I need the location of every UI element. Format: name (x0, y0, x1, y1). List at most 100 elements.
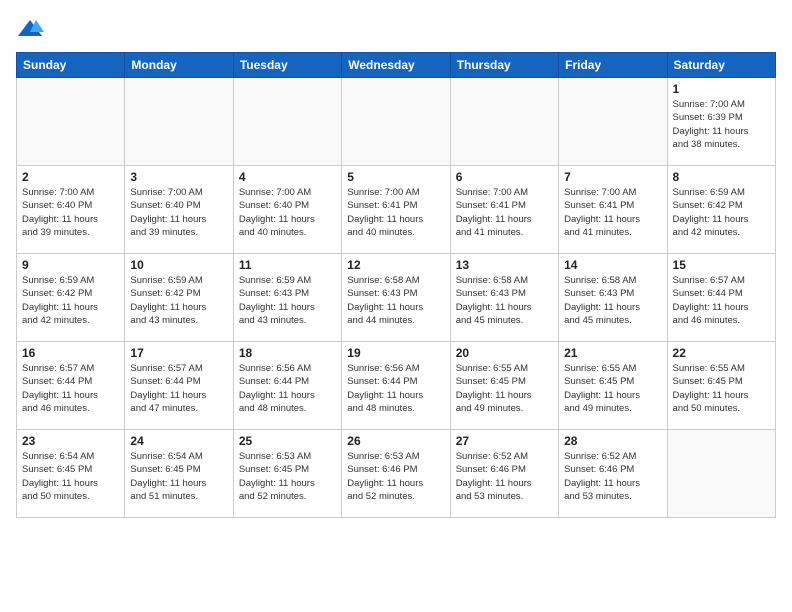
day-info: Sunrise: 6:57 AM Sunset: 6:44 PM Dayligh… (130, 362, 227, 415)
day-cell (559, 78, 667, 166)
day-number: 19 (347, 346, 444, 360)
day-cell: 4 Sunrise: 7:00 AM Sunset: 6:40 PM Daylig… (233, 166, 341, 254)
day-cell (342, 78, 450, 166)
day-number: 2 (22, 170, 119, 184)
day-info: Sunrise: 6:54 AM Sunset: 6:45 PM Dayligh… (22, 450, 119, 503)
day-cell: 10Sunrise: 6:59 AM Sunset: 6:42 PM Dayli… (125, 254, 233, 342)
weekday-header-monday: Monday (125, 53, 233, 78)
day-cell: 14 Sunrise: 6:58 AM Sunset: 6:43 PM Dayli… (559, 254, 667, 342)
day-number: 5 (347, 170, 444, 184)
weekday-header-friday: Friday (559, 53, 667, 78)
day-info: Sunrise: 6:55 AM Sunset: 6:45 PM Dayligh… (564, 362, 661, 415)
day-number: 18 (239, 346, 336, 360)
week-row-3: 9 Sunrise: 6:59 AM Sunset: 6:42 PM Daylig… (17, 254, 776, 342)
day-info: Sunrise: 7:00 AM Sunset: 6:41 PM Dayligh… (456, 186, 553, 239)
day-info: Sunrise: 7:00 AM Sunset: 6:41 PM Dayligh… (564, 186, 661, 239)
day-number: 27 (456, 434, 553, 448)
day-number: 9 (22, 258, 119, 272)
day-info: Sunrise: 6:58 AM Sunset: 6:43 PM Dayligh… (564, 274, 661, 327)
day-cell: 16 Sunrise: 6:57 AM Sunset: 6:44 PM Dayli… (17, 342, 125, 430)
day-cell: 21 Sunrise: 6:55 AM Sunset: 6:45 PM Dayli… (559, 342, 667, 430)
day-number: 23 (22, 434, 119, 448)
day-info: Sunrise: 6:58 AM Sunset: 6:43 PM Dayligh… (347, 274, 444, 327)
day-cell: 9 Sunrise: 6:59 AM Sunset: 6:42 PM Daylig… (17, 254, 125, 342)
day-info: Sunrise: 7:00 AM Sunset: 6:41 PM Dayligh… (347, 186, 444, 239)
day-number: 17 (130, 346, 227, 360)
day-cell: 6 Sunrise: 7:00 AM Sunset: 6:41 PM Daylig… (450, 166, 558, 254)
week-row-4: 16 Sunrise: 6:57 AM Sunset: 6:44 PM Dayli… (17, 342, 776, 430)
page-header (16, 16, 776, 44)
day-cell: 3 Sunrise: 7:00 AM Sunset: 6:40 PM Daylig… (125, 166, 233, 254)
day-number: 25 (239, 434, 336, 448)
day-info: Sunrise: 6:59 AM Sunset: 6:42 PM Dayligh… (673, 186, 770, 239)
day-cell: 2 Sunrise: 7:00 AM Sunset: 6:40 PM Daylig… (17, 166, 125, 254)
day-info: Sunrise: 6:52 AM Sunset: 6:46 PM Dayligh… (564, 450, 661, 503)
day-info: Sunrise: 6:58 AM Sunset: 6:43 PM Dayligh… (456, 274, 553, 327)
day-number: 8 (673, 170, 770, 184)
day-number: 12 (347, 258, 444, 272)
day-cell: 25 Sunrise: 6:53 AM Sunset: 6:45 PM Dayli… (233, 430, 341, 518)
day-number: 6 (456, 170, 553, 184)
day-cell: 15 Sunrise: 6:57 AM Sunset: 6:44 PM Dayli… (667, 254, 775, 342)
day-info: Sunrise: 7:00 AM Sunset: 6:39 PM Dayligh… (673, 98, 770, 151)
day-cell: 19 Sunrise: 6:56 AM Sunset: 6:44 PM Dayli… (342, 342, 450, 430)
day-cell: 24 Sunrise: 6:54 AM Sunset: 6:45 PM Dayli… (125, 430, 233, 518)
day-number: 28 (564, 434, 661, 448)
day-cell: 13 Sunrise: 6:58 AM Sunset: 6:43 PM Dayli… (450, 254, 558, 342)
day-info: Sunrise: 6:56 AM Sunset: 6:44 PM Dayligh… (239, 362, 336, 415)
day-cell: 28 Sunrise: 6:52 AM Sunset: 6:46 PM Dayli… (559, 430, 667, 518)
weekday-header-sunday: Sunday (17, 53, 125, 78)
day-info: Sunrise: 6:57 AM Sunset: 6:44 PM Dayligh… (22, 362, 119, 415)
calendar-table: SundayMondayTuesdayWednesdayThursdayFrid… (16, 52, 776, 518)
day-info: Sunrise: 6:59 AM Sunset: 6:42 PM Dayligh… (22, 274, 119, 327)
day-cell: 27Sunrise: 6:52 AM Sunset: 6:46 PM Dayli… (450, 430, 558, 518)
day-info: Sunrise: 6:55 AM Sunset: 6:45 PM Dayligh… (673, 362, 770, 415)
day-cell: 23 Sunrise: 6:54 AM Sunset: 6:45 PM Dayli… (17, 430, 125, 518)
day-cell: 5 Sunrise: 7:00 AM Sunset: 6:41 PM Daylig… (342, 166, 450, 254)
day-number: 16 (22, 346, 119, 360)
day-number: 7 (564, 170, 661, 184)
day-info: Sunrise: 6:53 AM Sunset: 6:45 PM Dayligh… (239, 450, 336, 503)
day-cell (125, 78, 233, 166)
day-number: 13 (456, 258, 553, 272)
day-cell: 8 Sunrise: 6:59 AM Sunset: 6:42 PM Daylig… (667, 166, 775, 254)
day-info: Sunrise: 6:55 AM Sunset: 6:45 PM Dayligh… (456, 362, 553, 415)
day-cell: 12 Sunrise: 6:58 AM Sunset: 6:43 PM Dayli… (342, 254, 450, 342)
week-row-1: 1 Sunrise: 7:00 AM Sunset: 6:39 PM Daylig… (17, 78, 776, 166)
day-cell: 17 Sunrise: 6:57 AM Sunset: 6:44 PM Dayli… (125, 342, 233, 430)
weekday-header-saturday: Saturday (667, 53, 775, 78)
day-info: Sunrise: 6:56 AM Sunset: 6:44 PM Dayligh… (347, 362, 444, 415)
day-cell: 22Sunrise: 6:55 AM Sunset: 6:45 PM Dayli… (667, 342, 775, 430)
logo (16, 16, 48, 44)
day-number: 4 (239, 170, 336, 184)
day-info: Sunrise: 6:57 AM Sunset: 6:44 PM Dayligh… (673, 274, 770, 327)
day-info: Sunrise: 6:54 AM Sunset: 6:45 PM Dayligh… (130, 450, 227, 503)
day-info: Sunrise: 6:59 AM Sunset: 6:42 PM Dayligh… (130, 274, 227, 327)
day-cell (233, 78, 341, 166)
day-cell: 7 Sunrise: 7:00 AM Sunset: 6:41 PM Daylig… (559, 166, 667, 254)
day-cell (667, 430, 775, 518)
weekday-header-thursday: Thursday (450, 53, 558, 78)
day-number: 11 (239, 258, 336, 272)
logo-icon (16, 16, 44, 44)
day-number: 3 (130, 170, 227, 184)
day-number: 26 (347, 434, 444, 448)
day-info: Sunrise: 7:00 AM Sunset: 6:40 PM Dayligh… (239, 186, 336, 239)
day-number: 15 (673, 258, 770, 272)
day-cell (17, 78, 125, 166)
day-info: Sunrise: 7:00 AM Sunset: 6:40 PM Dayligh… (22, 186, 119, 239)
day-cell: 1 Sunrise: 7:00 AM Sunset: 6:39 PM Daylig… (667, 78, 775, 166)
week-row-5: 23 Sunrise: 6:54 AM Sunset: 6:45 PM Dayli… (17, 430, 776, 518)
day-cell: 11Sunrise: 6:59 AM Sunset: 6:43 PM Dayli… (233, 254, 341, 342)
day-cell: 18 Sunrise: 6:56 AM Sunset: 6:44 PM Dayli… (233, 342, 341, 430)
day-cell (450, 78, 558, 166)
day-number: 24 (130, 434, 227, 448)
day-number: 20 (456, 346, 553, 360)
day-number: 21 (564, 346, 661, 360)
day-number: 14 (564, 258, 661, 272)
day-info: Sunrise: 7:00 AM Sunset: 6:40 PM Dayligh… (130, 186, 227, 239)
day-cell: 20 Sunrise: 6:55 AM Sunset: 6:45 PM Dayli… (450, 342, 558, 430)
week-row-2: 2 Sunrise: 7:00 AM Sunset: 6:40 PM Daylig… (17, 166, 776, 254)
weekday-header-tuesday: Tuesday (233, 53, 341, 78)
day-number: 1 (673, 82, 770, 96)
